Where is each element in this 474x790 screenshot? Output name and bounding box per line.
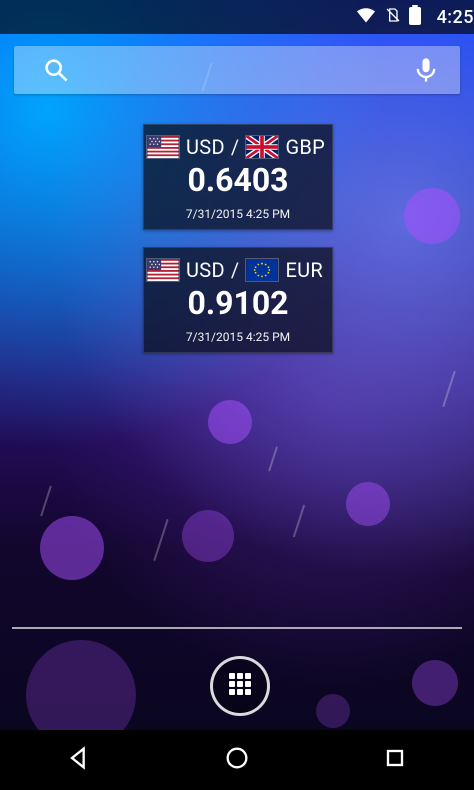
google-search-bar[interactable] (14, 46, 460, 94)
wallpaper-streak (153, 518, 169, 562)
wallpaper-streak (442, 370, 456, 408)
wallpaper-bokeh (26, 640, 136, 730)
wallpaper-bokeh (316, 694, 350, 728)
back-button[interactable] (49, 730, 109, 790)
us-flag-icon (146, 258, 180, 282)
wallpaper-bokeh (208, 400, 252, 444)
status-icons (355, 4, 421, 30)
no-sim-icon (385, 6, 401, 29)
pair-separator: / (230, 135, 240, 159)
search-input[interactable] (74, 54, 418, 88)
to-currency-code: EUR (285, 258, 323, 282)
rate-timestamp: 7/31/2015 4:25 PM (185, 330, 291, 344)
wallpaper-bokeh (404, 188, 460, 244)
us-flag-icon (146, 135, 180, 159)
app-drawer-icon (227, 671, 253, 701)
currency-widget-usd-eur[interactable]: USD / EUR 0.9102 7/31/2015 4:25 PM (143, 247, 333, 353)
currency-pair: USD / EUR (146, 256, 323, 284)
wallpaper-bokeh (412, 660, 458, 706)
wallpaper-bokeh (40, 516, 104, 580)
eu-flag-icon (245, 258, 280, 282)
battery-icon (408, 4, 421, 30)
back-icon (65, 744, 93, 776)
wallpaper-streak (268, 446, 278, 472)
recents-button[interactable] (365, 730, 425, 790)
currency-pair: USD / GBP (146, 133, 325, 161)
pair-separator: / (230, 258, 240, 282)
recents-icon (381, 744, 409, 776)
wifi-icon (355, 6, 377, 29)
wallpaper-bokeh (182, 510, 234, 562)
navigation-bar (0, 730, 474, 790)
home-button[interactable] (207, 730, 267, 790)
uk-flag-icon (245, 135, 280, 159)
exchange-rate: 0.6403 (187, 161, 289, 199)
currency-widget-usd-gbp[interactable]: USD / GBP 0.6403 7/31/2015 4:25 PM (143, 124, 333, 230)
wallpaper-streak (40, 485, 52, 517)
status-bar: 4:25 (0, 0, 474, 34)
wallpaper-bokeh (346, 482, 390, 526)
from-currency-code: USD (186, 258, 225, 282)
search-icon[interactable] (42, 56, 70, 84)
microphone-icon[interactable] (412, 56, 440, 84)
home-icon (223, 744, 251, 776)
from-currency-code: USD (186, 135, 225, 159)
app-drawer-button[interactable] (210, 656, 270, 716)
dock-divider (12, 627, 462, 629)
exchange-rate: 0.9102 (187, 284, 289, 322)
rate-timestamp: 7/31/2015 4:25 PM (185, 207, 291, 221)
wallpaper-streak (292, 504, 306, 538)
to-currency-code: GBP (285, 135, 326, 159)
status-time: 4:25 (436, 6, 474, 28)
home-wallpaper (0, 0, 474, 730)
